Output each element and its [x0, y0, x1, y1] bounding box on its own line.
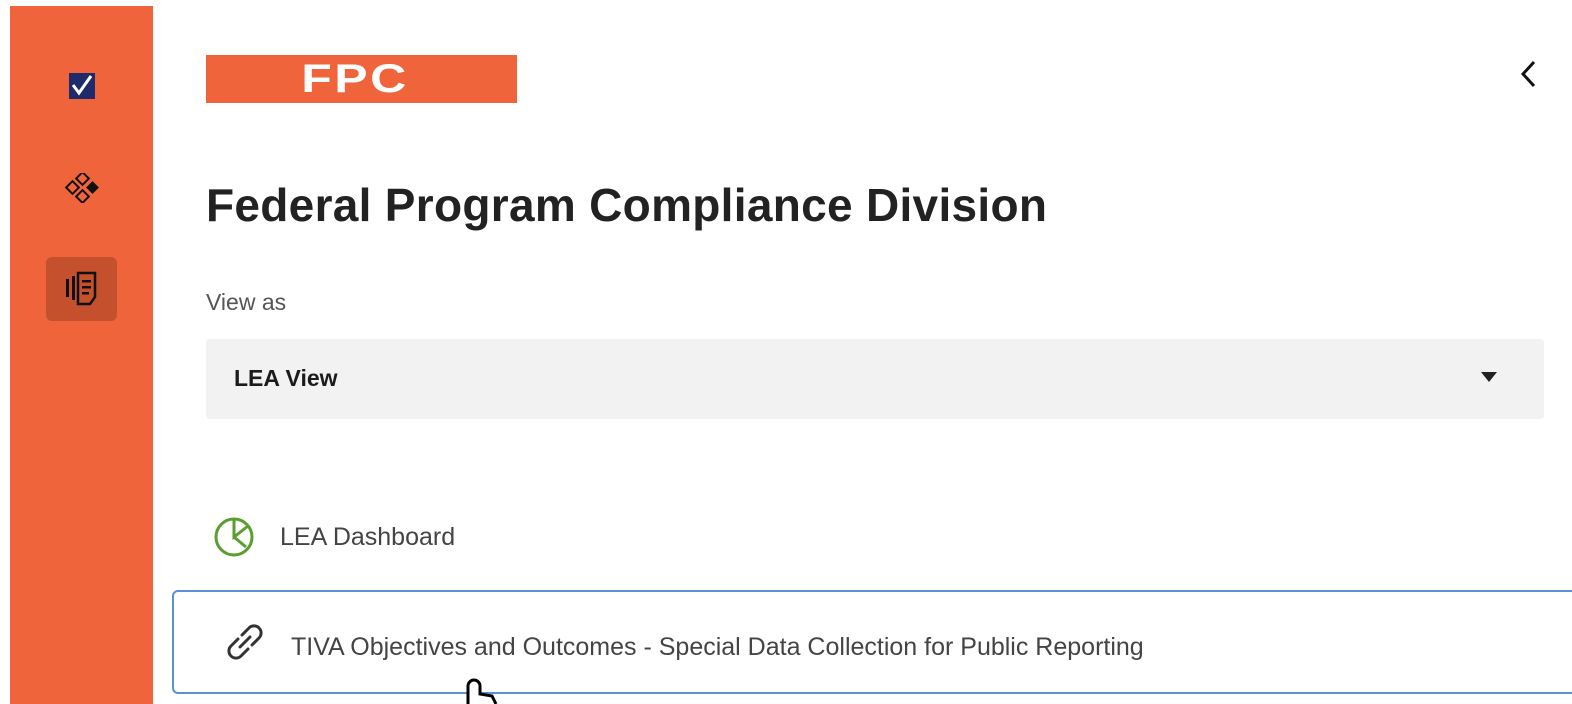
view-select-value: LEA View — [234, 365, 338, 391]
sidebar — [10, 6, 153, 704]
pie-chart-icon — [214, 517, 254, 557]
chevron-left-icon — [1520, 60, 1536, 88]
app-window: FPC Federal Program Compliance Division … — [0, 0, 1572, 704]
modules-icon[interactable] — [10, 170, 153, 206]
hand-cursor-icon — [460, 676, 500, 704]
link-icon — [221, 622, 269, 667]
page-title: Federal Program Compliance Division — [206, 179, 1048, 231]
nav-item-tiva-objectives[interactable]: TIVA Objectives and Outcomes - Special D… — [172, 590, 1572, 694]
main-panel: FPC Federal Program Compliance Division … — [153, 0, 1572, 704]
logo-text: FPC — [300, 56, 409, 101]
document-list-icon[interactable] — [46, 257, 117, 321]
nav-item-label: LEA Dashboard — [280, 522, 456, 551]
nav-item-lea-dashboard[interactable]: LEA Dashboard — [213, 512, 455, 562]
collapse-button[interactable] — [1509, 54, 1549, 94]
fpc-logo: FPC — [206, 55, 517, 103]
nav-item-label: TIVA Objectives and Outcomes - Special D… — [291, 633, 1144, 661]
checkbox-icon[interactable] — [10, 68, 153, 104]
caret-down-icon — [1481, 372, 1497, 382]
view-as-label: View as — [206, 289, 287, 315]
view-as-select[interactable]: LEA View — [206, 339, 1544, 419]
